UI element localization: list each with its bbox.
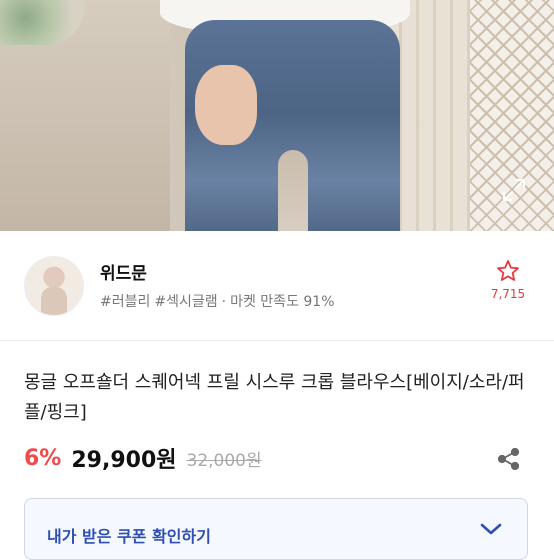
price-row: 6% 29,900원 32,000원 xyxy=(24,440,262,476)
seller-tags: #러블리 #섹시글램 · 마켓 만족도 91% xyxy=(100,291,339,311)
expand-icon[interactable] xyxy=(500,176,528,204)
chevron-down-icon xyxy=(480,523,502,535)
coupon-check-button[interactable]: 내가 받은 쿠폰 확인하기 xyxy=(24,498,528,560)
seller-name[interactable]: 위드문 xyxy=(100,259,147,284)
sale-price: 29,900원 xyxy=(71,448,177,473)
seller-tag[interactable]: #러블리 xyxy=(100,294,150,310)
hand xyxy=(195,65,257,145)
product-title: 몽글 오프숄더 스퀘어넥 프릴 시스루 크롭 블라우스[베이지/소라/퍼플/핑크… xyxy=(24,372,525,423)
divider xyxy=(0,340,554,341)
favorite-button[interactable]: 7,715 xyxy=(488,259,528,301)
share-icon[interactable] xyxy=(496,446,522,472)
product-image[interactable] xyxy=(0,0,554,231)
seller-tag[interactable]: #섹시글램 xyxy=(154,294,217,310)
leg-gap xyxy=(278,150,308,231)
star-outline-icon xyxy=(497,260,519,281)
coupon-label: 내가 받은 쿠폰 확인하기 xyxy=(47,527,211,546)
favorite-count: 7,715 xyxy=(490,287,526,301)
original-price: 32,000원 xyxy=(186,450,262,471)
seller-section: 위드문 #러블리 #섹시글램 · 마켓 만족도 91% 7,715 xyxy=(0,231,554,341)
tag-separator: · xyxy=(221,294,227,310)
discount-rate: 6% xyxy=(24,445,62,471)
market-satisfaction: 마켓 만족도 91% xyxy=(230,294,335,310)
seller-avatar[interactable] xyxy=(24,256,84,316)
